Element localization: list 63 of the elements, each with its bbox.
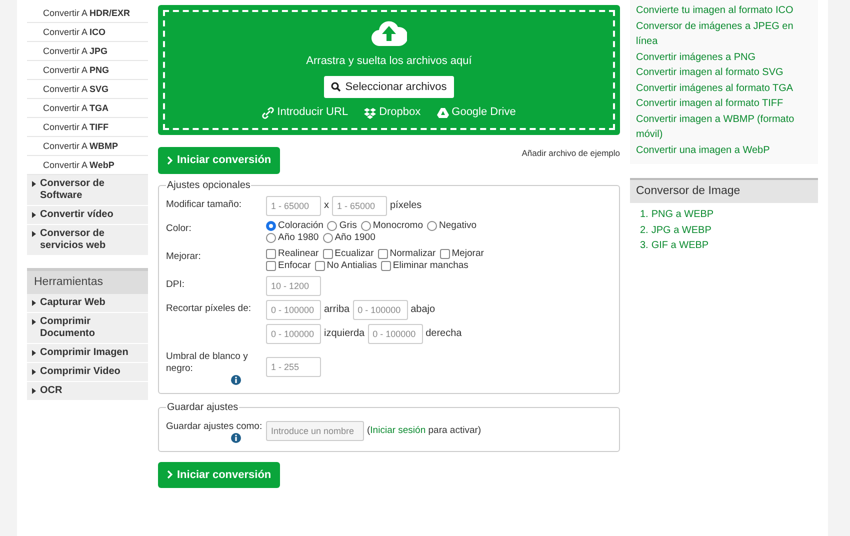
unit-label: píxeles (390, 199, 422, 213)
input-field[interactable]: 0 - 100000 (266, 300, 321, 320)
checkbox-option[interactable]: Eliminar manchas (380, 260, 468, 272)
input-field[interactable]: 0 - 100000 (266, 324, 321, 344)
related-link[interactable]: Convertir imagen al formato SVG (636, 65, 812, 80)
radio-option[interactable]: Año 1900 (322, 232, 376, 244)
sidebar-category[interactable]: Conversor de Software (27, 175, 148, 206)
unit-label: x (324, 199, 329, 213)
checkbox-option[interactable]: Realinear (266, 248, 319, 260)
related-link[interactable]: Convertir imagen al formato TIFF (636, 96, 812, 112)
section-title: Herramientas (27, 268, 148, 294)
related-link[interactable]: Convertir imágenes a PNG (636, 50, 812, 65)
upload-area[interactable]: Arrastra y suelta los archivos aquí Seleccionar archivos Introducir URL Dropbox Google Drive (158, 5, 620, 135)
select-files-button[interactable]: Seleccionar archivos (324, 76, 454, 98)
checkbox-option[interactable]: Mejorar (440, 248, 484, 260)
converter-link[interactable]: 3. GIF a WEBP (630, 238, 818, 254)
field-label: Modificar tamaño: (166, 198, 242, 210)
panel-legend: Ajustes opcionales (166, 180, 252, 192)
checkbox-option[interactable]: No Antialias (314, 260, 377, 272)
sidebar-category[interactable]: Capturar Web (27, 294, 148, 314)
related-link[interactable]: Convertir imagen a WBMP (formato móvil) (636, 112, 812, 142)
sample-file-link[interactable]: Añadir archivo de ejemplo (522, 147, 620, 160)
login-note: (Iniciar sesión para activar) (367, 424, 482, 438)
sidebar-category[interactable]: Conversor de servicios web (27, 225, 148, 256)
section-title: Conversor de Image (630, 178, 818, 204)
unit-label: izquierda (324, 327, 365, 341)
sidebar-category[interactable]: Comprimir Documento (27, 313, 148, 344)
sidebar-category[interactable]: Convertir vídeo (27, 206, 148, 225)
related-link[interactable]: Convertir imágenes al formato TGA (636, 80, 812, 96)
related-link[interactable]: Convertir una imagen a WebP (636, 142, 812, 158)
radio-option[interactable]: Coloración (266, 220, 324, 232)
field-label: Recortar píxeles de: (166, 302, 252, 314)
input-field[interactable]: 10 - 1200 (266, 276, 321, 296)
login-link[interactable]: Iniciar sesión (370, 424, 426, 436)
input-field[interactable]: 1 - 65000 (332, 196, 387, 216)
drop-instructions: Arrastra y suelta los archivos aquí (306, 54, 472, 70)
related-link[interactable]: Convierte tu imagen al formato ICO (636, 3, 812, 18)
converter-link[interactable]: 2. JPG a WEBP (630, 222, 818, 238)
input-field[interactable]: 1 - 65000 (266, 196, 321, 216)
radio-option[interactable]: Negativo (427, 220, 477, 232)
converter-link[interactable]: 1. PNG a WEBP (630, 207, 818, 223)
radio-option[interactable]: Año 1980 (266, 232, 319, 244)
checkbox-option[interactable]: Ecualizar (322, 248, 374, 260)
related-link[interactable]: Conversor de imágenes a JPEG en línea (636, 18, 812, 50)
input-field[interactable]: 0 - 100000 (352, 300, 408, 320)
sidebar-category[interactable]: Comprimir Video (27, 363, 148, 382)
field-label: Mejorar: (166, 250, 201, 262)
field-label: Guardar ajustes como: (166, 420, 262, 432)
radio-option[interactable]: Monocromo (360, 220, 424, 232)
sidebar-category[interactable]: Comprimir Imagen (27, 344, 148, 364)
sidebar-category[interactable]: OCR (27, 382, 148, 402)
input-field[interactable]: 1 - 255 (266, 357, 321, 377)
unit-label: derecha (426, 327, 462, 341)
field-label: Umbral de blanco y negro: (166, 350, 248, 374)
field-label: DPI: (166, 278, 184, 290)
field-label: Color: (166, 222, 192, 234)
unit-label: abajo (410, 303, 436, 317)
radio-option[interactable]: Gris (327, 220, 357, 232)
input-field[interactable]: 0 - 100000 (368, 324, 423, 344)
panel-legend: Guardar ajustes (166, 402, 240, 414)
unit-label: arriba (324, 303, 350, 317)
checkbox-option[interactable]: Enfocar (266, 260, 311, 272)
checkbox-option[interactable]: Normalizar (378, 248, 436, 260)
